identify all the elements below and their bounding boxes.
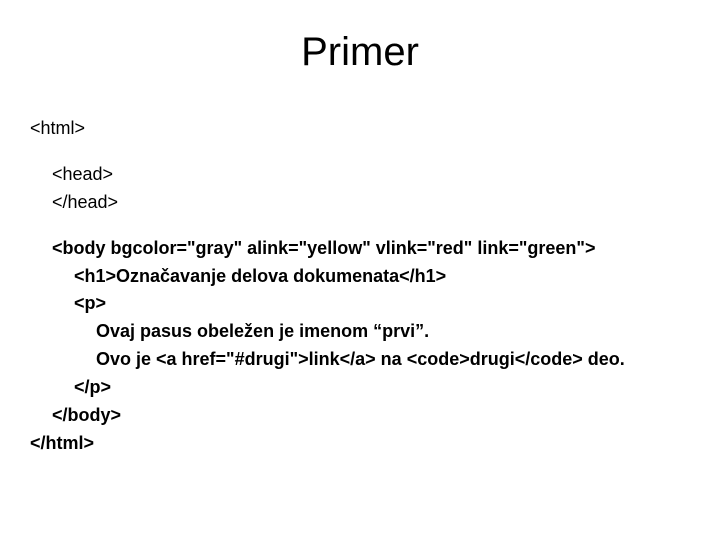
code-line: </p> [30, 374, 690, 402]
slide-title: Primer [30, 30, 690, 75]
blank-line [30, 217, 690, 235]
code-line: <p> [30, 290, 690, 318]
code-line: </body> [30, 402, 690, 430]
slide: Primer <html> <head> </head> <body bgcol… [0, 0, 720, 540]
code-line: Ovo je <a href="#drugi">link</a> na <cod… [30, 346, 690, 374]
code-line: <html> [30, 115, 690, 143]
code-line: <body bgcolor="gray" alink="yellow" vlin… [30, 235, 690, 263]
code-line: <h1>Označavanje delova dokumenata</h1> [30, 263, 690, 291]
code-line: </html> [30, 430, 690, 458]
code-line: </head> [30, 189, 690, 217]
blank-line [30, 143, 690, 161]
code-example: <html> <head> </head> <body bgcolor="gra… [30, 115, 690, 458]
code-line: <head> [30, 161, 690, 189]
code-line: Ovaj pasus obeležen je imenom “prvi”. [30, 318, 690, 346]
